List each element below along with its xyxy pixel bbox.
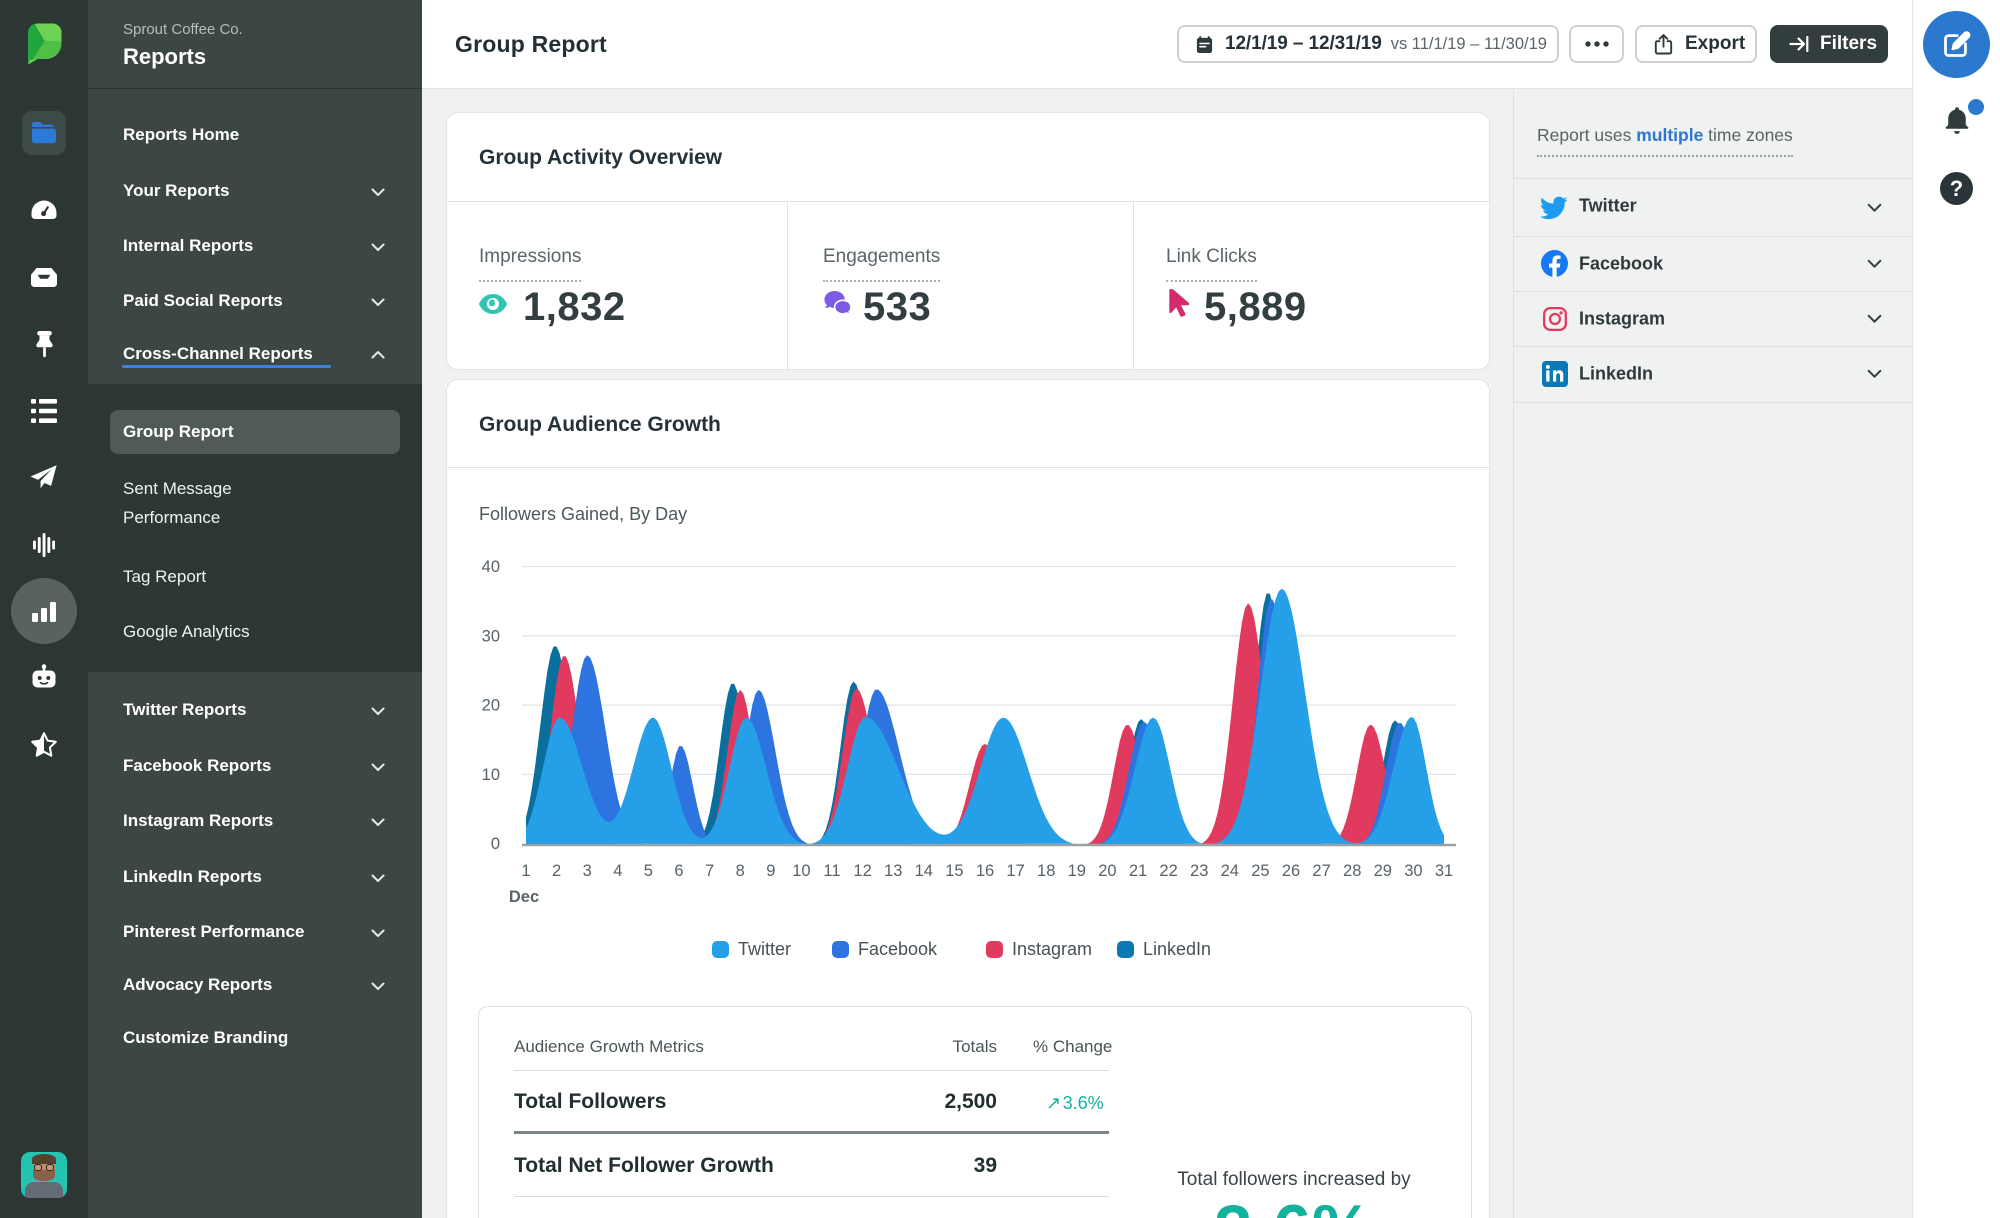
svg-text:6: 6 bbox=[674, 862, 683, 880]
svg-text:4: 4 bbox=[613, 862, 622, 880]
svg-text:23: 23 bbox=[1190, 862, 1208, 880]
svg-text:8: 8 bbox=[736, 862, 745, 880]
svg-text:13: 13 bbox=[884, 862, 902, 880]
svg-text:30: 30 bbox=[482, 627, 500, 645]
svg-text:19: 19 bbox=[1068, 862, 1086, 880]
svg-text:10: 10 bbox=[482, 766, 500, 784]
svg-text:25: 25 bbox=[1251, 862, 1269, 880]
svg-text:14: 14 bbox=[915, 862, 933, 880]
svg-text:Dec: Dec bbox=[509, 888, 539, 906]
svg-text:2: 2 bbox=[552, 862, 561, 880]
svg-text:12: 12 bbox=[853, 862, 871, 880]
svg-text:7: 7 bbox=[705, 862, 714, 880]
svg-text:15: 15 bbox=[945, 862, 963, 880]
svg-text:16: 16 bbox=[976, 862, 994, 880]
svg-text:24: 24 bbox=[1221, 862, 1239, 880]
svg-text:17: 17 bbox=[1006, 862, 1024, 880]
svg-text:31: 31 bbox=[1435, 862, 1453, 880]
svg-text:26: 26 bbox=[1282, 862, 1300, 880]
svg-text:40: 40 bbox=[482, 558, 500, 576]
svg-text:3: 3 bbox=[583, 862, 592, 880]
svg-text:1: 1 bbox=[521, 862, 530, 880]
svg-text:29: 29 bbox=[1374, 862, 1392, 880]
svg-text:30: 30 bbox=[1404, 862, 1422, 880]
svg-text:5: 5 bbox=[644, 862, 653, 880]
svg-text:20: 20 bbox=[482, 697, 500, 715]
svg-text:20: 20 bbox=[1098, 862, 1116, 880]
svg-text:18: 18 bbox=[1037, 862, 1055, 880]
svg-text:9: 9 bbox=[766, 862, 775, 880]
svg-text:28: 28 bbox=[1343, 862, 1361, 880]
svg-text:27: 27 bbox=[1312, 862, 1330, 880]
svg-text:22: 22 bbox=[1159, 862, 1177, 880]
svg-text:11: 11 bbox=[823, 862, 840, 880]
svg-text:0: 0 bbox=[491, 835, 500, 853]
svg-text:10: 10 bbox=[792, 862, 810, 880]
svg-text:21: 21 bbox=[1129, 862, 1147, 880]
